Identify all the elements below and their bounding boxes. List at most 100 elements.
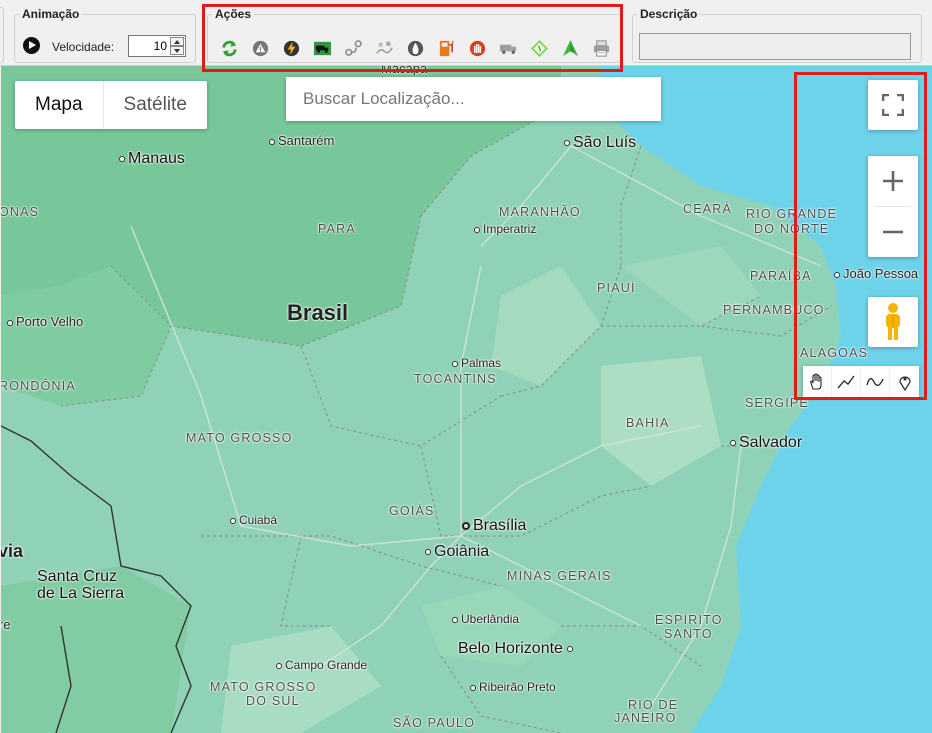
label-uberlandia: Uberlândia xyxy=(452,612,519,626)
label-rgn-2: DO NORTE xyxy=(754,222,830,236)
label-alagoas: ALAGOAS xyxy=(800,346,869,360)
label-paraiba: PARAÍBA xyxy=(750,269,812,283)
marker-tool-button[interactable] xyxy=(890,366,919,397)
speed-input[interactable] xyxy=(131,38,167,54)
vehicles-button[interactable] xyxy=(309,35,335,61)
city-dot xyxy=(452,360,458,367)
label-tocantins: TOCANTINS xyxy=(414,372,497,386)
fleet-button[interactable] xyxy=(495,35,521,61)
actions-bar: $ xyxy=(216,35,614,61)
label-piaui: PIAUÍ xyxy=(597,281,636,295)
search-input[interactable] xyxy=(286,77,661,121)
city-dot xyxy=(7,319,13,326)
alert-button[interactable] xyxy=(247,35,273,61)
svg-text:$: $ xyxy=(451,39,454,45)
pegman-icon xyxy=(886,303,900,340)
fullscreen-button[interactable] xyxy=(868,80,918,130)
search-box xyxy=(286,77,661,121)
label-rj-1: RIO DE xyxy=(628,698,679,712)
label-sao-luis-text: São Luís xyxy=(573,134,637,151)
speed-decrement-button[interactable] xyxy=(170,46,184,55)
label-rj-2: JANEIRO xyxy=(614,711,677,725)
warning-icon xyxy=(252,40,268,56)
lightning-icon xyxy=(283,40,299,56)
pan-tool-button[interactable] xyxy=(803,366,832,397)
city-dot xyxy=(564,139,570,146)
label-porto-velho-text: Porto Velho xyxy=(16,314,84,329)
city-dot xyxy=(452,616,458,623)
label-santa-cruz-2: de La Sierra xyxy=(37,585,125,602)
fueling-button[interactable]: $ xyxy=(433,35,459,61)
curve-tool-button[interactable] xyxy=(861,366,890,397)
label-edge-re: re xyxy=(1,617,11,632)
minus-icon xyxy=(883,230,903,234)
label-porto-velho: Porto Velho xyxy=(7,314,83,329)
animation-group: Animação Velocidade: xyxy=(14,7,196,63)
label-bolivia: via xyxy=(1,541,24,561)
city-dot xyxy=(230,517,236,524)
speed-increment-button[interactable] xyxy=(170,37,184,46)
stop-button[interactable] xyxy=(464,35,490,61)
label-bahia: BAHIA xyxy=(626,416,670,430)
label-belo-horizonte-text: Belo Horizonte xyxy=(458,640,563,657)
description-input[interactable] xyxy=(639,33,911,60)
label-joao-pessoa: João Pessoa xyxy=(834,266,918,281)
label-santa-cruz-1: Santa Cruz xyxy=(37,568,118,585)
polyline-tool-button[interactable] xyxy=(832,366,861,397)
tag-button[interactable] xyxy=(526,35,552,61)
city-dot xyxy=(425,548,431,555)
label-ribeirao-preto-text: Ribeirão Preto xyxy=(479,680,556,694)
label-palmas-text: Palmas xyxy=(461,356,502,370)
label-salvador: Salvador xyxy=(730,434,802,452)
map-type-map-button[interactable]: Mapa xyxy=(15,81,103,129)
drop-icon xyxy=(407,40,423,56)
ignition-button[interactable] xyxy=(278,35,304,61)
map-canvas[interactable]: Macapá Manaus Santarém São Luís ONAS PAR… xyxy=(1,66,932,733)
polyline-icon xyxy=(837,375,855,388)
label-brasilia: Brasília xyxy=(462,517,526,535)
label-sao-paulo: SÃO PAULO xyxy=(393,716,476,730)
label-palmas: Palmas xyxy=(452,356,501,370)
vehicle-icon xyxy=(499,44,516,54)
city-dot xyxy=(269,138,275,145)
city-dot xyxy=(470,684,476,691)
label-brasil: Brasil xyxy=(287,300,349,325)
city-dot xyxy=(834,271,840,278)
route-button[interactable] xyxy=(340,35,366,61)
hand-icon xyxy=(810,372,822,390)
fuel-level-button[interactable] xyxy=(402,35,428,61)
zoom-out-button[interactable] xyxy=(868,207,918,257)
street-view-button[interactable] xyxy=(868,297,918,347)
stops-icon xyxy=(375,40,393,54)
refresh-button[interactable] xyxy=(216,35,242,61)
label-brasilia-text: Brasília xyxy=(473,517,527,534)
left-group-edge xyxy=(0,7,4,63)
label-sao-luis: São Luís xyxy=(564,134,636,152)
label-belo-horizonte: Belo Horizonte xyxy=(458,640,576,658)
print-button[interactable] xyxy=(588,35,614,61)
description-legend: Descrição xyxy=(640,7,698,21)
direction-icon xyxy=(562,39,578,56)
description-group: Descrição xyxy=(632,7,922,63)
stop-hand-icon xyxy=(469,40,485,56)
label-mato-grosso: MATO GROSSO xyxy=(186,431,293,445)
label-manaus: Manaus xyxy=(119,150,185,168)
label-salvador-text: Salvador xyxy=(739,434,803,451)
label-sergipe: SERGIPE xyxy=(745,396,809,410)
label-rondonia: RONDÔNIA xyxy=(1,379,76,393)
label-minas-gerais: MINAS GERAIS xyxy=(507,569,612,583)
label-es-2: SANTO xyxy=(664,627,713,641)
direction-button[interactable] xyxy=(557,35,583,61)
speed-stepper xyxy=(128,35,186,57)
label-campo-grande: Campo Grande xyxy=(276,658,367,672)
map-type-satellite-button[interactable]: Satélite xyxy=(102,81,207,129)
play-button[interactable] xyxy=(23,37,40,54)
curve-icon xyxy=(866,377,884,386)
map-type-control: Mapa Satélite xyxy=(15,81,207,129)
drawing-toolbar xyxy=(803,366,919,397)
label-uberlandia-text: Uberlândia xyxy=(461,612,520,626)
speed-label: Velocidade: xyxy=(52,40,115,54)
zoom-in-button[interactable] xyxy=(868,156,918,206)
label-santarem: Santarém xyxy=(269,133,334,148)
stops-button[interactable] xyxy=(371,35,397,61)
